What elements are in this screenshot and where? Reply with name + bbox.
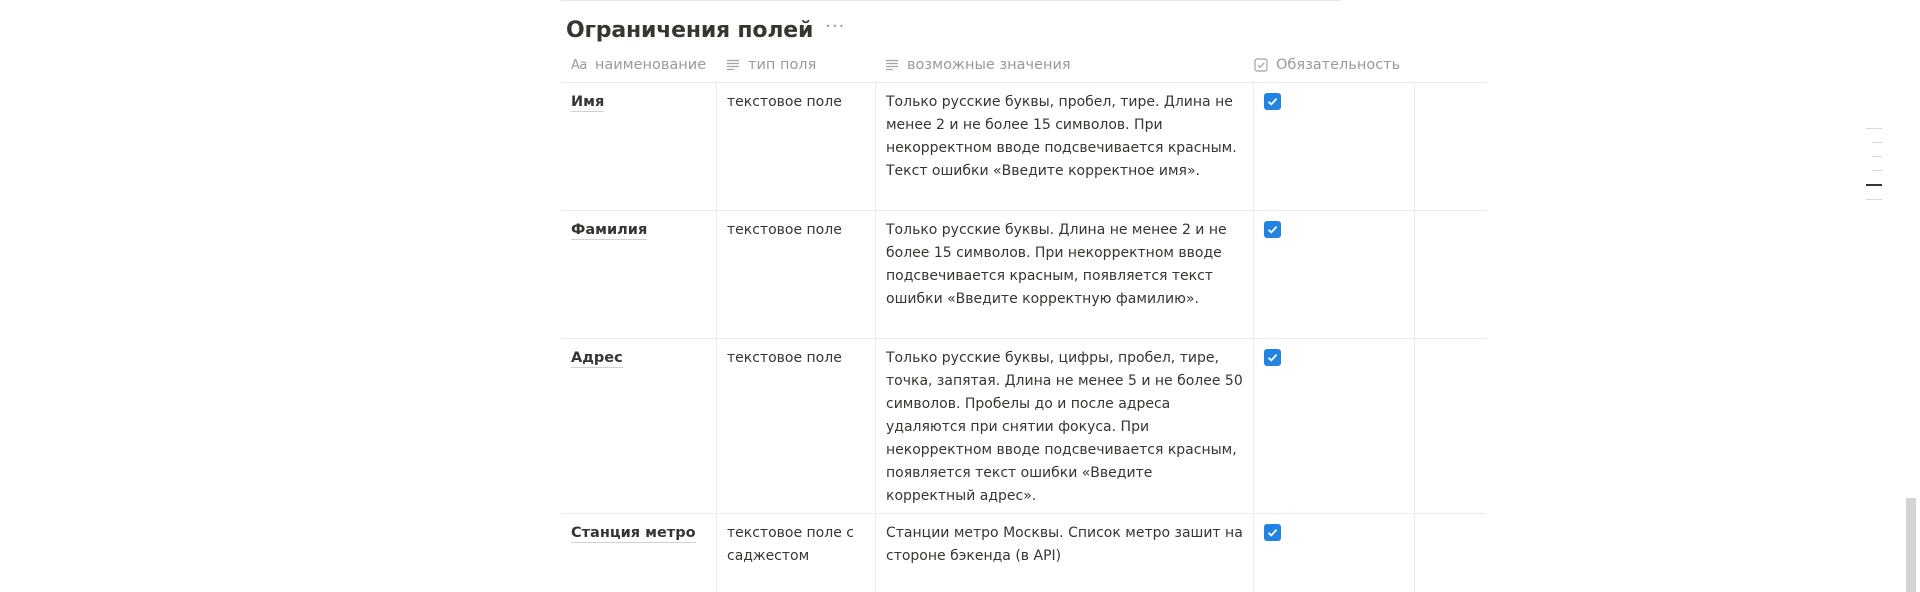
name-cell[interactable]: Адрес (561, 339, 716, 513)
row-type: текстовое поле (727, 350, 842, 366)
checkbox-property-icon (1254, 58, 1268, 72)
type-cell[interactable]: текстовое поле с саджестом (716, 514, 875, 592)
column-header-name[interactable]: Aa наименование (561, 48, 716, 82)
table-row[interactable]: Имя текстовое поле Только русские буквы,… (561, 83, 1486, 211)
column-header-label: наименование (594, 56, 707, 73)
check-icon (1267, 225, 1278, 234)
empty-cell[interactable] (1414, 514, 1486, 592)
toc-item[interactable] (1866, 199, 1882, 200)
text-property-icon (885, 59, 899, 71)
type-cell[interactable]: текстовое поле (716, 339, 875, 513)
database-table: Aa наименование тип поля возможные значе… (561, 48, 1486, 592)
type-cell[interactable]: текстовое поле (716, 83, 875, 210)
row-type: текстовое поле (727, 222, 842, 238)
column-header-type[interactable]: тип поля (716, 48, 875, 82)
row-name[interactable]: Адрес (571, 350, 623, 368)
required-cell[interactable] (1253, 514, 1414, 592)
values-cell[interactable]: Станции метро Москвы. Список метро зашит… (875, 514, 1253, 592)
required-checkbox[interactable] (1264, 524, 1281, 541)
required-cell[interactable] (1253, 83, 1414, 210)
column-header-values[interactable]: возможные значения (875, 48, 1253, 82)
required-cell[interactable] (1253, 211, 1414, 338)
check-icon (1267, 97, 1278, 106)
column-header-empty (1414, 48, 1486, 82)
name-cell[interactable]: Имя (561, 83, 716, 210)
row-name[interactable]: Фамилия (571, 222, 648, 240)
database-title[interactable]: Ограничения полей (566, 18, 813, 43)
empty-cell[interactable] (1414, 83, 1486, 210)
row-values: Только русские буквы. Длина не менее 2 и… (886, 222, 1227, 307)
toc-item[interactable] (1872, 142, 1882, 143)
table-header-row: Aa наименование тип поля возможные значе… (561, 48, 1486, 83)
row-values: Станции метро Москвы. Список метро зашит… (886, 525, 1243, 564)
more-options-icon[interactable]: ··· (823, 18, 847, 36)
column-header-required[interactable]: Обязательность (1253, 48, 1414, 82)
vertical-scrollbar-thumb[interactable] (1906, 498, 1916, 592)
toc-item[interactable] (1872, 170, 1882, 171)
check-icon (1267, 353, 1278, 362)
type-cell[interactable]: текстовое поле (716, 211, 875, 338)
toc-item[interactable] (1866, 128, 1882, 129)
title-property-icon: Aa (571, 57, 587, 73)
page: Ограничения полей ··· Aa наименование ти… (0, 0, 1920, 592)
table-row[interactable]: Станция метро текстовое поле с саджестом… (561, 514, 1486, 592)
database-header: Ограничения полей ··· (566, 14, 847, 46)
values-cell[interactable]: Только русские буквы, пробел, тире. Длин… (875, 83, 1253, 210)
row-values: Только русские буквы, цифры, пробел, тир… (886, 350, 1243, 504)
values-cell[interactable]: Только русские буквы, цифры, пробел, тир… (875, 339, 1253, 513)
top-divider (561, 0, 1341, 1)
row-name[interactable]: Имя (571, 94, 605, 112)
required-checkbox[interactable] (1264, 93, 1281, 110)
table-row[interactable]: Адрес текстовое поле Только русские букв… (561, 339, 1486, 514)
name-cell[interactable]: Станция метро (561, 514, 716, 592)
row-type: текстовое поле (727, 94, 842, 110)
row-values: Только русские буквы, пробел, тире. Длин… (886, 94, 1237, 179)
row-type: текстовое поле с саджестом (727, 525, 854, 564)
toc-item[interactable] (1872, 156, 1882, 157)
check-icon (1267, 528, 1278, 537)
table-row[interactable]: Фамилия текстовое поле Только русские бу… (561, 211, 1486, 339)
values-cell[interactable]: Только русские буквы. Длина не менее 2 и… (875, 211, 1253, 338)
toc-item-active[interactable] (1866, 184, 1882, 186)
required-checkbox[interactable] (1264, 221, 1281, 238)
column-header-label: возможные значения (907, 56, 1071, 73)
text-property-icon (726, 59, 740, 71)
required-cell[interactable] (1253, 339, 1414, 513)
name-cell[interactable]: Фамилия (561, 211, 716, 338)
column-header-label: тип поля (748, 56, 817, 73)
required-checkbox[interactable] (1264, 349, 1281, 366)
table-of-contents-outline[interactable] (1866, 128, 1882, 213)
empty-cell[interactable] (1414, 211, 1486, 338)
empty-cell[interactable] (1414, 339, 1486, 513)
column-header-label: Обязательность (1276, 56, 1401, 73)
row-name[interactable]: Станция метро (571, 525, 696, 543)
